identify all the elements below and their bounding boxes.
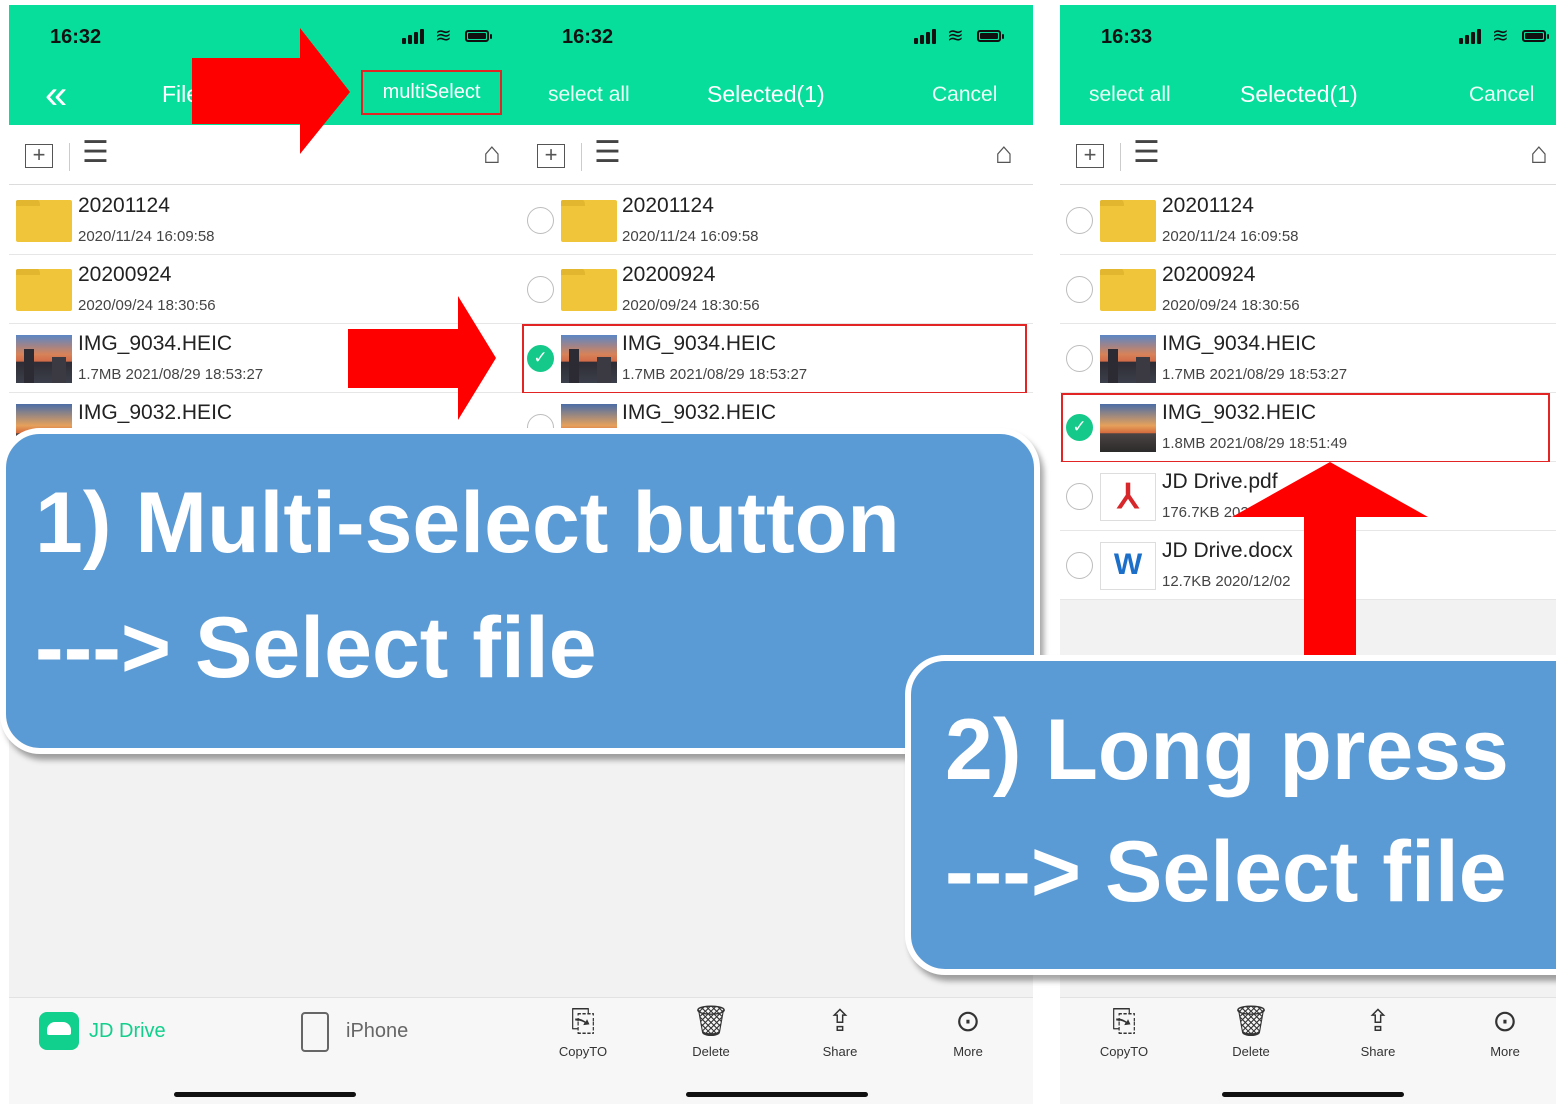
arrow-right-to-selected-file [348,296,496,420]
callout-multi-select: 1) Multi-select button ---> Select file [0,428,1040,754]
callout-line-2: ---> Select file [35,600,597,696]
callout-line-1: 1) Multi-select button [35,475,900,571]
callout-line-1: 2) Long press [945,702,1509,798]
tutorial-collage: 16:32 ≋ « File multiSelect + ☰ ⌂ 2020112… [0,0,1556,1104]
callout-line-2: ---> Select file [945,824,1507,920]
arrow-right-to-multiselect [192,28,350,154]
arrow-up-to-long-pressed-file [1232,462,1428,675]
callout-long-press: 2) Long press ---> Select file [905,655,1556,975]
